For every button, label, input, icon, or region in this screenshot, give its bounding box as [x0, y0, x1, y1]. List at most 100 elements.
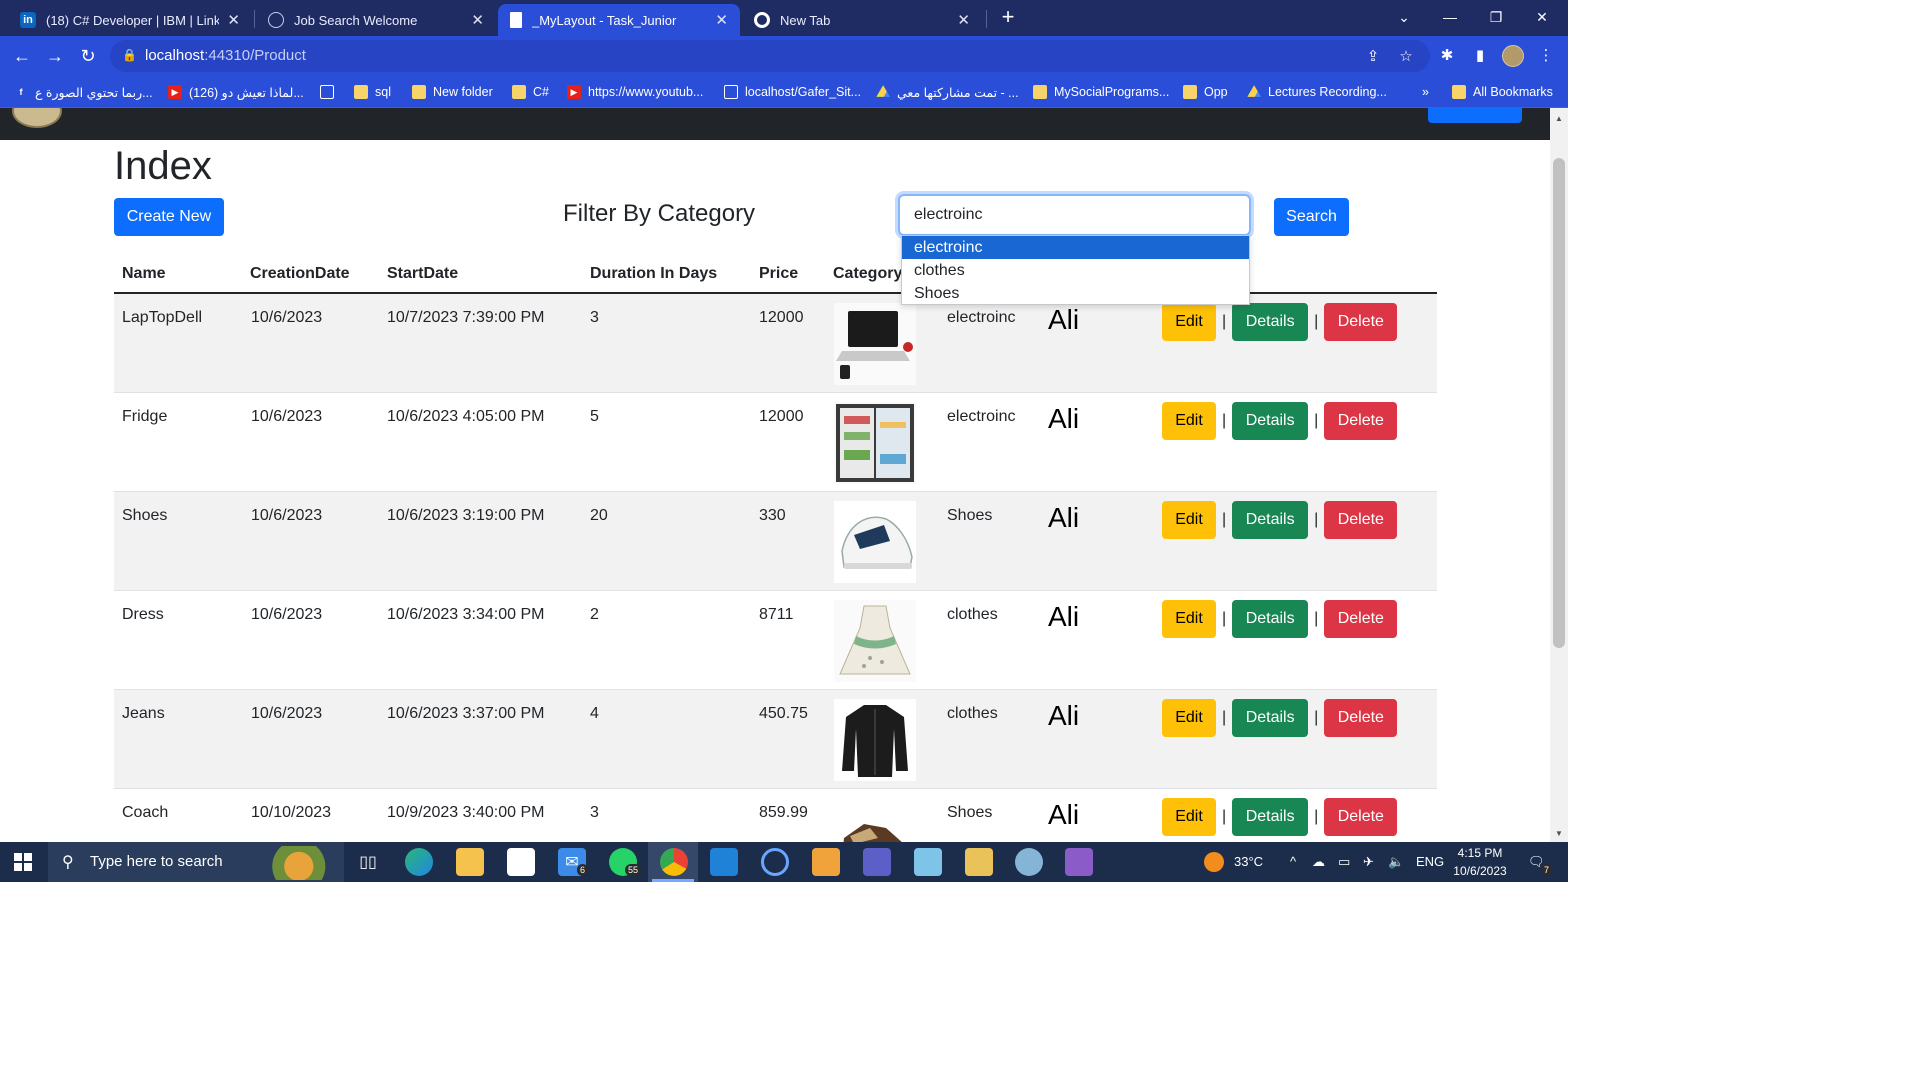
bookmarks-overflow-button[interactable]: »	[1422, 83, 1429, 101]
delete-button[interactable]: Delete	[1324, 303, 1398, 341]
taskbar-search-box[interactable]: ⚲ Type here to search	[48, 842, 344, 882]
edit-button[interactable]: Edit	[1162, 699, 1216, 737]
create-new-button[interactable]: Create New	[114, 198, 224, 236]
bookmark-item[interactable]: Lectures Recording...	[1247, 83, 1387, 101]
airplane-icon[interactable]: ✈	[1363, 854, 1374, 870]
reload-icon[interactable]: ↻	[76, 44, 100, 68]
close-icon[interactable]: ✕	[715, 11, 728, 29]
edit-button[interactable]: Edit	[1162, 501, 1216, 539]
tab-linkedin[interactable]: in (18) C# Developer | IBM | LinkedIn ✕	[8, 4, 252, 36]
scrollbar-thumb[interactable]	[1553, 158, 1565, 648]
store-icon[interactable]	[507, 848, 535, 876]
paint-icon[interactable]	[1015, 848, 1043, 876]
tab-new-tab[interactable]: New Tab ✕	[742, 4, 982, 36]
close-icon[interactable]: ✕	[957, 11, 970, 29]
bookmark-item[interactable]: Opp	[1183, 83, 1228, 101]
back-icon[interactable]: ←	[10, 44, 34, 68]
clock-date: 10/6/2023	[1453, 864, 1507, 878]
navbar-button[interactable]	[1428, 108, 1522, 123]
tab-job-search[interactable]: Job Search Welcome ✕	[256, 4, 496, 36]
app-icon[interactable]	[812, 848, 840, 876]
delete-button[interactable]: Delete	[1324, 699, 1398, 737]
scroll-up-icon[interactable]: ▲	[1555, 114, 1563, 123]
profile-avatar[interactable]	[1502, 45, 1524, 67]
scroll-down-icon[interactable]: ▼	[1555, 829, 1563, 838]
details-button[interactable]: Details	[1232, 798, 1309, 836]
row-actions: Edit | Details | Delete	[1162, 501, 1398, 539]
task-view-icon[interactable]: ▯▯	[354, 848, 382, 876]
bookmark-item[interactable]: New folder	[412, 83, 493, 101]
details-button[interactable]: Details	[1232, 501, 1309, 539]
close-icon[interactable]: ✕	[471, 11, 484, 29]
taskbar-clock[interactable]: 4:15 PM 10/6/2023	[1444, 844, 1516, 880]
vscode-icon[interactable]	[710, 848, 738, 876]
details-button[interactable]: Details	[1232, 699, 1309, 737]
bookmark-item[interactable]: f ربما تحتوي الصورة ع...	[14, 83, 153, 101]
tab-mylayout[interactable]: _MyLayout - Task_Junior ✕	[498, 4, 740, 36]
address-bar[interactable]: 🔒 localhost:44310/Product ⇪ ☆	[110, 40, 1430, 72]
category-filter-input[interactable]: electroinc	[898, 194, 1251, 236]
file-explorer-icon[interactable]	[456, 848, 484, 876]
bookmark-item[interactable]: C#	[512, 83, 549, 101]
dropdown-option-shoes[interactable]: Shoes	[902, 282, 1249, 305]
search-button[interactable]: Search	[1274, 198, 1349, 236]
details-button[interactable]: Details	[1232, 402, 1309, 440]
chevron-down-icon[interactable]: ⌄	[1384, 4, 1424, 30]
teams-icon[interactable]	[863, 848, 891, 876]
bookmark-item[interactable]: ▶ https://www.youtub...	[567, 83, 703, 101]
visual-studio-icon[interactable]	[1065, 848, 1093, 876]
bookmark-item[interactable]: ▶ (126) لماذا تعيش دو...	[168, 83, 304, 101]
edit-button[interactable]: Edit	[1162, 303, 1216, 341]
battery-icon[interactable]: ▭	[1338, 854, 1350, 870]
windows-start-icon[interactable]	[14, 853, 32, 871]
delete-button[interactable]: Delete	[1324, 501, 1398, 539]
chevron-up-icon[interactable]: ^	[1290, 854, 1296, 869]
language-indicator[interactable]: ENG	[1416, 854, 1444, 869]
bookmark-label: localhost/Gafer_Sit...	[745, 85, 862, 99]
menu-icon[interactable]: ⋮	[1536, 46, 1556, 66]
app-icon[interactable]	[914, 848, 942, 876]
edge-icon[interactable]	[405, 848, 433, 876]
bookmark-item[interactable]: تمت مشاركتها معي - ...	[876, 83, 1019, 101]
forward-icon[interactable]: →	[43, 44, 67, 68]
delete-button[interactable]: Delete	[1324, 798, 1398, 836]
bookmark-label: sql	[375, 85, 391, 99]
window-close-icon[interactable]: ✕	[1522, 4, 1562, 30]
delete-button[interactable]: Delete	[1324, 402, 1398, 440]
dropdown-option-electroinc[interactable]: electroinc	[902, 236, 1249, 259]
bookmark-item[interactable]: MySocialPrograms...	[1033, 83, 1169, 101]
new-tab-icon[interactable]: +	[996, 6, 1020, 30]
bookmark-item[interactable]: localhost/Gafer_Sit...	[724, 83, 861, 101]
edit-button[interactable]: Edit	[1162, 402, 1216, 440]
page-scrollbar[interactable]: ▲ ▼	[1550, 108, 1568, 842]
folder-icon	[1033, 85, 1047, 99]
bookmark-item[interactable]: sql	[354, 83, 391, 101]
cell-owner: Ali	[1048, 502, 1080, 533]
star-icon[interactable]: ☆	[1397, 48, 1415, 66]
dropdown-option-clothes[interactable]: clothes	[902, 259, 1249, 282]
app-icon[interactable]	[761, 848, 789, 876]
bookmark-item[interactable]	[320, 83, 341, 101]
details-button[interactable]: Details	[1232, 600, 1309, 638]
site-logo[interactable]	[12, 108, 62, 128]
delete-button[interactable]: Delete	[1324, 600, 1398, 638]
weather-temperature[interactable]: 33°C	[1234, 854, 1263, 869]
notification-count: 7	[1541, 864, 1553, 876]
weather-icon[interactable]	[1204, 852, 1224, 872]
onedrive-icon[interactable]: ☁	[1312, 854, 1325, 870]
share-icon[interactable]: ⇪	[1364, 48, 1382, 66]
cell-category: Shoes	[947, 804, 993, 821]
close-icon[interactable]: ✕	[227, 11, 240, 29]
app-icon[interactable]	[965, 848, 993, 876]
details-button[interactable]: Details	[1232, 303, 1309, 341]
chrome-taskbar-icon[interactable]	[660, 848, 688, 876]
extensions-icon[interactable]: ✱	[1437, 46, 1457, 66]
side-panel-icon[interactable]: ▮	[1470, 46, 1490, 66]
edit-button[interactable]: Edit	[1162, 798, 1216, 836]
action-separator: |	[1314, 313, 1319, 330]
edit-button[interactable]: Edit	[1162, 600, 1216, 638]
restore-icon[interactable]: ❐	[1476, 4, 1516, 30]
volume-icon[interactable]: 🔈	[1388, 854, 1404, 870]
all-bookmarks-button[interactable]: All Bookmarks	[1452, 83, 1553, 101]
minimize-icon[interactable]: —	[1430, 4, 1470, 30]
